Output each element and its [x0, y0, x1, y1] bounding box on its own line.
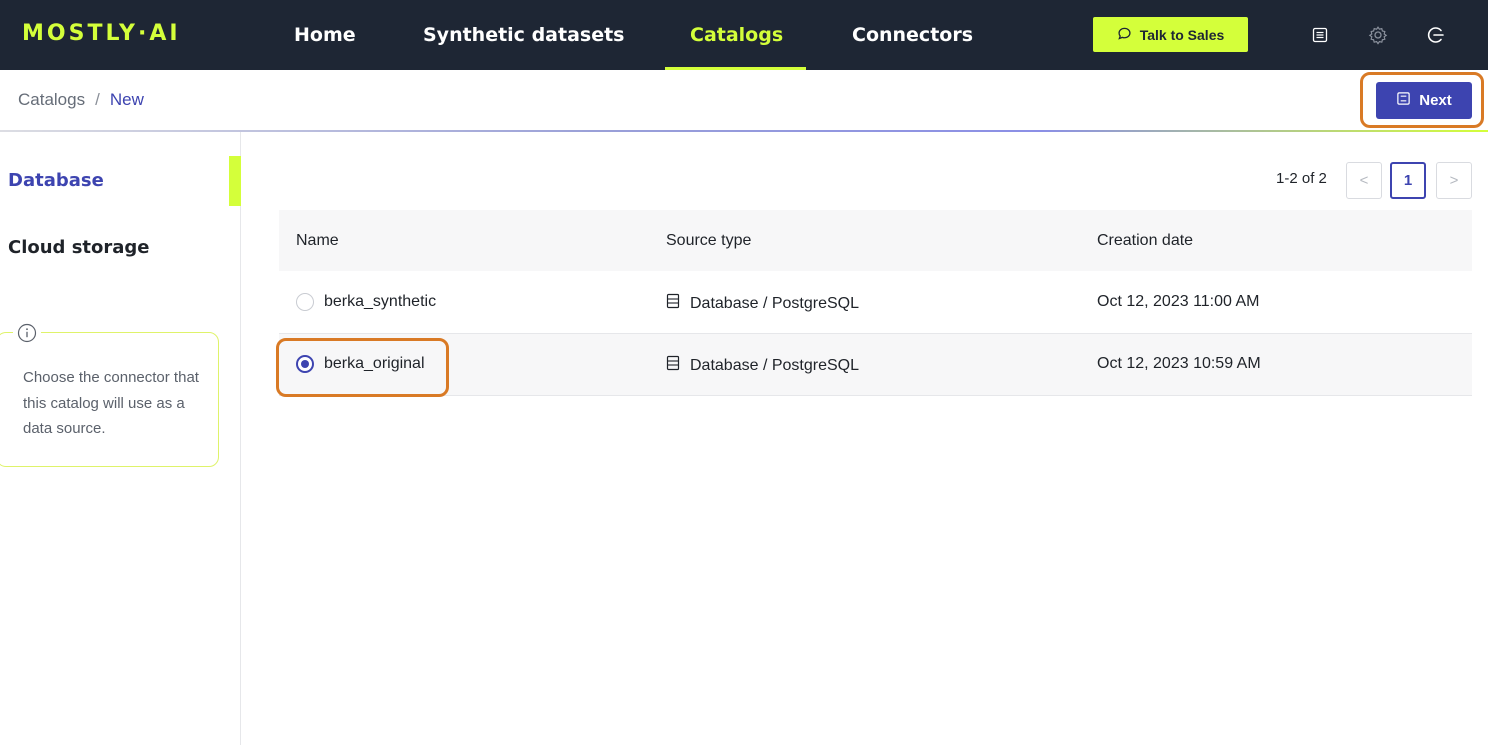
- database-icon: [666, 293, 680, 314]
- sidebar-item-database[interactable]: Database: [8, 170, 104, 191]
- database-icon: [666, 355, 680, 376]
- column-header-name[interactable]: Name: [296, 232, 339, 250]
- info-icon: [13, 321, 41, 345]
- name-cell: berka_original: [296, 355, 425, 373]
- save-icon: [1396, 91, 1411, 110]
- nav-synthetic-datasets[interactable]: Synthetic datasets: [423, 0, 624, 70]
- page-subheader: [0, 70, 1488, 132]
- breadcrumb-catalogs[interactable]: Catalogs: [18, 90, 85, 110]
- nav-catalogs[interactable]: Catalogs: [690, 0, 783, 70]
- column-header-source-type[interactable]: Source type: [666, 232, 751, 250]
- row-radio-button[interactable]: [296, 355, 314, 373]
- docs-icon[interactable]: [1307, 22, 1333, 48]
- pagination-summary: 1-2 of 2: [1276, 170, 1327, 187]
- table-row[interactable]: berka_synthetic Database / PostgreSQL Oc…: [279, 272, 1472, 334]
- next-button[interactable]: Next: [1376, 82, 1472, 119]
- pagination-page-1[interactable]: 1: [1390, 162, 1426, 199]
- chat-bubble-icon: [1117, 26, 1132, 44]
- source-type-text: Database / PostgreSQL: [690, 356, 859, 374]
- connector-type-sidebar: Database Cloud storage Choose the connec…: [0, 132, 241, 745]
- connector-name: berka_synthetic: [324, 293, 437, 310]
- breadcrumb: Catalogs / New: [18, 90, 144, 110]
- row-radio-button[interactable]: [296, 293, 314, 311]
- pagination-next-button[interactable]: >: [1436, 162, 1472, 199]
- info-text: Choose the connector that this catalog w…: [23, 369, 199, 437]
- column-header-creation-date[interactable]: Creation date: [1097, 232, 1193, 250]
- sidebar-item-cloud-storage[interactable]: Cloud storage: [8, 237, 150, 258]
- name-cell: berka_synthetic: [296, 293, 436, 311]
- breadcrumb-separator: /: [95, 90, 100, 109]
- table-row[interactable]: berka_original Database / PostgreSQL Oct…: [279, 334, 1472, 396]
- nav-home[interactable]: Home: [294, 0, 356, 70]
- logout-icon[interactable]: [1423, 22, 1449, 48]
- next-button-label: Next: [1419, 92, 1452, 109]
- info-box: Choose the connector that this catalog w…: [0, 321, 219, 467]
- sidebar-active-indicator: [229, 156, 241, 206]
- creation-date-cell: Oct 12, 2023 11:00 AM: [1097, 293, 1260, 310]
- connector-name: berka_original: [324, 355, 425, 372]
- source-type-text: Database / PostgreSQL: [690, 294, 859, 312]
- mostly-ai-logo[interactable]: MOSTLY·AI: [22, 21, 181, 46]
- breadcrumb-current: New: [109, 90, 144, 109]
- creation-date-cell: Oct 12, 2023 10:59 AM: [1097, 355, 1261, 372]
- settings-gear-icon[interactable]: [1365, 22, 1391, 48]
- talk-to-sales-label: Talk to Sales: [1139, 26, 1225, 43]
- source-type-cell: Database / PostgreSQL: [666, 293, 859, 314]
- nav-connectors[interactable]: Connectors: [852, 0, 973, 70]
- talk-to-sales-button[interactable]: Talk to Sales: [1093, 17, 1248, 52]
- pagination-prev-button[interactable]: <: [1346, 162, 1382, 199]
- top-navigation-bar: MOSTLY·AI Home Synthetic datasets Catalo…: [0, 0, 1488, 70]
- source-type-cell: Database / PostgreSQL: [666, 355, 859, 376]
- table-header: Name Source type Creation date: [279, 210, 1472, 271]
